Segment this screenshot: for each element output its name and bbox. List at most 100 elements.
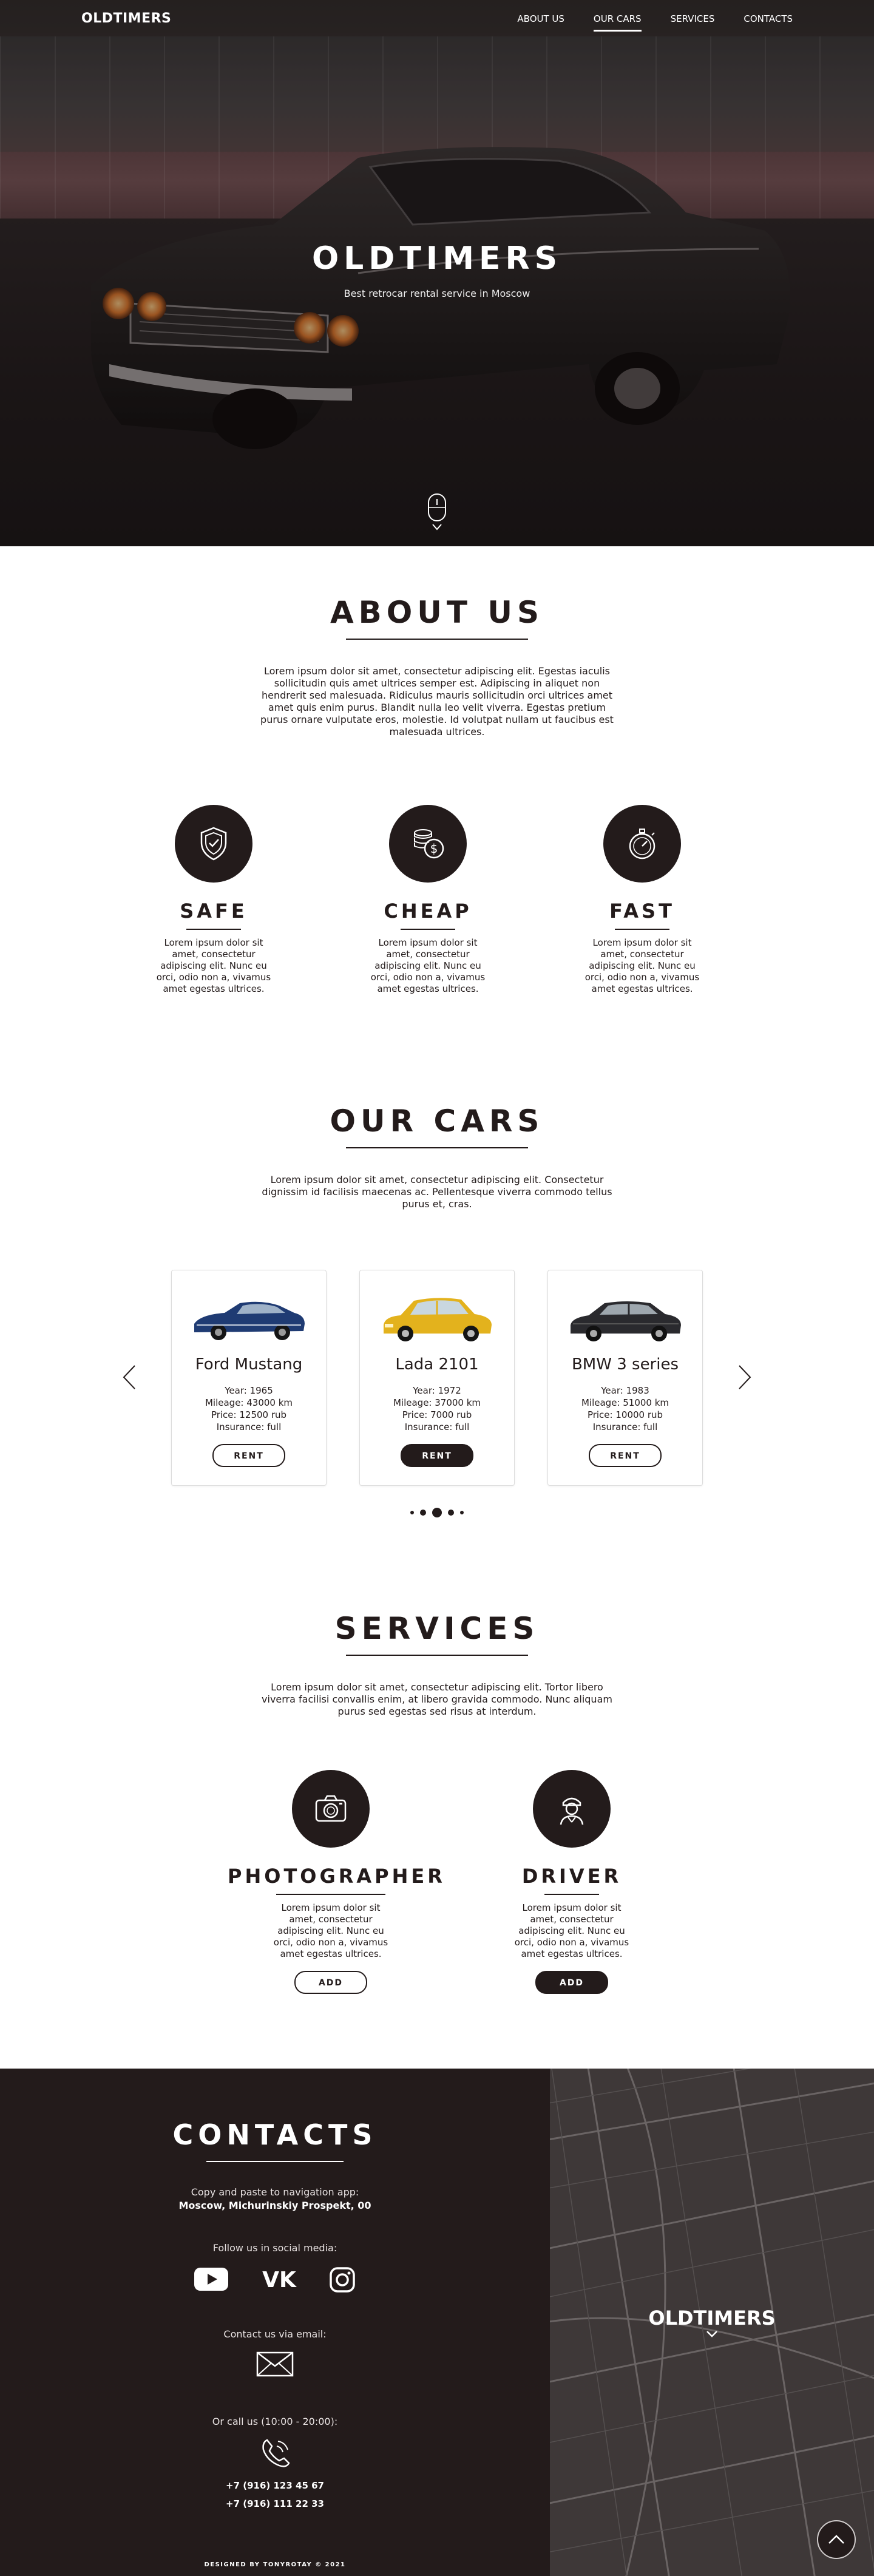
- shield-icon: [200, 827, 227, 861]
- car-mileage: Mileage: 51000 km: [581, 1397, 669, 1408]
- car-year: Year: 1972: [413, 1385, 461, 1396]
- about-title: ABOUT US: [330, 595, 544, 630]
- rent-button[interactable]: RENT: [401, 1444, 473, 1467]
- car-card-ford-mustang: Ford Mustang Year: 1965 Mileage: 43000 k…: [171, 1270, 327, 1486]
- service-underline: [544, 1894, 599, 1895]
- nav-menu: ABOUT US OUR CARS SERVICES CONTACTS: [517, 13, 793, 32]
- car-insurance: Insurance: full: [404, 1422, 470, 1432]
- hero-section: OLDTIMERS ABOUT US OUR CARS SERVICES CON…: [0, 0, 874, 546]
- pagination-dot[interactable]: [460, 1511, 464, 1514]
- car-mileage: Mileage: 37000 km: [393, 1397, 481, 1408]
- pagination-dot[interactable]: [420, 1510, 426, 1516]
- carousel-pagination: [401, 1505, 473, 1520]
- feature-name: SAFE: [180, 900, 248, 923]
- service-photographer: PHOTOGRAPHER Lorem ipsum dolor sit amet,…: [228, 1770, 442, 1994]
- top-navigation: OLDTIMERS ABOUT US OUR CARS SERVICES CON…: [0, 0, 874, 39]
- email-label: Contact us via email:: [223, 2328, 327, 2340]
- car-price: Price: 10000 rub: [587, 1409, 663, 1420]
- pagination-dot[interactable]: [410, 1511, 414, 1514]
- car-name: Ford Mustang: [195, 1355, 303, 1374]
- service-icon-circle: [533, 1770, 611, 1848]
- stopwatch-icon: [629, 829, 656, 859]
- car-name: BMW 3 series: [571, 1355, 679, 1374]
- pagination-dot-active[interactable]: [432, 1508, 442, 1517]
- map-logo-chevron-icon: [706, 2331, 717, 2337]
- pagination-dot[interactable]: [448, 1510, 454, 1516]
- about-text: Lorem ipsum dolor sit amet, consectetur …: [260, 665, 614, 737]
- carousel-next-arrow-icon[interactable]: [733, 1362, 757, 1392]
- driver-icon: [560, 1797, 584, 1825]
- service-driver: DRIVER Lorem ipsum dolor sit amet, conse…: [493, 1770, 651, 1994]
- car-specs: Year: 1965 Mileage: 43000 km Price: 1250…: [172, 1385, 326, 1433]
- car-price: Price: 12500 rub: [211, 1409, 287, 1420]
- nav-item-services[interactable]: SERVICES: [671, 13, 715, 32]
- add-driver-button[interactable]: ADD: [535, 1971, 608, 1994]
- chevron-up-icon: [828, 2535, 844, 2544]
- phone-number[interactable]: +7 (916) 123 45 67: [0, 2480, 550, 2491]
- phone-number[interactable]: +7 (916) 111 22 33: [0, 2498, 550, 2509]
- car-image: [571, 1301, 681, 1341]
- feature-safe: SAFE Lorem ipsum dolor sit amet, consect…: [135, 805, 293, 995]
- feature-underline: [615, 929, 669, 930]
- car-image: [194, 1301, 305, 1340]
- instagram-icon[interactable]: [329, 2266, 356, 2293]
- car-card-bmw-3-series: BMW 3 series Year: 1983 Mileage: 51000 k…: [547, 1270, 703, 1486]
- nav-item-our-cars[interactable]: OUR CARS: [593, 13, 642, 32]
- feature-underline: [186, 929, 241, 930]
- site-logo[interactable]: OLDTIMERS: [81, 11, 171, 26]
- service-text: Lorem ipsum dolor sit amet, consectetur …: [273, 1902, 388, 1959]
- nav-item-contacts[interactable]: CONTACTS: [744, 13, 793, 32]
- car-specs: Year: 1983 Mileage: 51000 km Price: 1000…: [548, 1385, 702, 1433]
- page: OLDTIMERS ABOUT US OUR CARS SERVICES CON…: [0, 0, 874, 2576]
- car-year: Year: 1983: [601, 1385, 649, 1396]
- map-logo[interactable]: OLDTIMERS: [550, 2307, 874, 2330]
- service-name: DRIVER: [521, 1865, 622, 1888]
- car-insurance: Insurance: full: [216, 1422, 282, 1432]
- social-label: Follow us in social media:: [212, 2242, 337, 2254]
- car-specs: Year: 1972 Mileage: 37000 km Price: 7000…: [360, 1385, 514, 1433]
- services-text: Lorem ipsum dolor sit amet, consectetur …: [262, 1681, 612, 1717]
- feature-text: Lorem ipsum dolor sit amet, consectetur …: [584, 937, 700, 994]
- coins-icon: $: [414, 829, 444, 859]
- car-name: Lada 2101: [395, 1355, 479, 1374]
- svg-text:$: $: [430, 841, 438, 856]
- cars-title-underline: [346, 1147, 528, 1148]
- camera-icon: [315, 1795, 347, 1822]
- feature-name: FAST: [609, 900, 675, 923]
- car-mileage: Mileage: 43000 km: [205, 1397, 293, 1408]
- vk-icon[interactable]: VK: [259, 2268, 300, 2291]
- feature-icon-circle: $: [389, 805, 467, 883]
- scroll-down-mouse-icon[interactable]: [425, 493, 449, 534]
- contacts-title-underline: [206, 2161, 344, 2162]
- feature-name: CHEAP: [384, 900, 472, 923]
- car-price: Price: 7000 rub: [402, 1409, 472, 1420]
- email-envelope-icon[interactable]: [256, 2351, 294, 2377]
- rent-button[interactable]: RENT: [212, 1444, 285, 1467]
- feature-icon-circle: [603, 805, 681, 883]
- car-image: [384, 1298, 492, 1341]
- about-title-underline: [346, 639, 528, 640]
- phone-label: Or call us (10:00 - 20:00):: [212, 2416, 338, 2427]
- services-title-underline: [346, 1655, 528, 1656]
- services-title: SERVICES: [334, 1611, 540, 1646]
- add-photographer-button[interactable]: ADD: [294, 1971, 367, 1994]
- feature-text: Lorem ipsum dolor sit amet, consectetur …: [156, 937, 271, 994]
- hero-title: OLDTIMERS: [311, 240, 563, 277]
- hero-subtitle: Best retrocar rental service in Moscow: [344, 288, 530, 299]
- carousel-prev-arrow-icon[interactable]: [117, 1362, 141, 1392]
- car-insurance: Insurance: full: [592, 1422, 658, 1432]
- scroll-to-top-button[interactable]: [817, 2520, 856, 2559]
- cars-text: Lorem ipsum dolor sit amet, consectetur …: [262, 1174, 612, 1210]
- feature-fast: FAST Lorem ipsum dolor sit amet, consect…: [563, 805, 721, 995]
- nav-item-about-us[interactable]: ABOUT US: [517, 13, 564, 32]
- car-year: Year: 1965: [225, 1385, 273, 1396]
- rent-button[interactable]: RENT: [589, 1444, 662, 1467]
- feature-cheap: $ CHEAP Lorem ipsum dolor sit amet, cons…: [349, 805, 507, 995]
- service-icon-circle: [292, 1770, 370, 1848]
- feature-text: Lorem ipsum dolor sit amet, consectetur …: [370, 937, 486, 994]
- contacts-title: CONTACTS: [172, 2118, 378, 2151]
- address-value[interactable]: Moscow, Michurinskiy Prospekt, 00: [0, 2200, 550, 2211]
- youtube-icon[interactable]: [193, 2266, 229, 2292]
- footer-credit: DESIGNED BY TONYROTAY © 2021: [204, 2561, 346, 2568]
- feature-icon-circle: [175, 805, 252, 883]
